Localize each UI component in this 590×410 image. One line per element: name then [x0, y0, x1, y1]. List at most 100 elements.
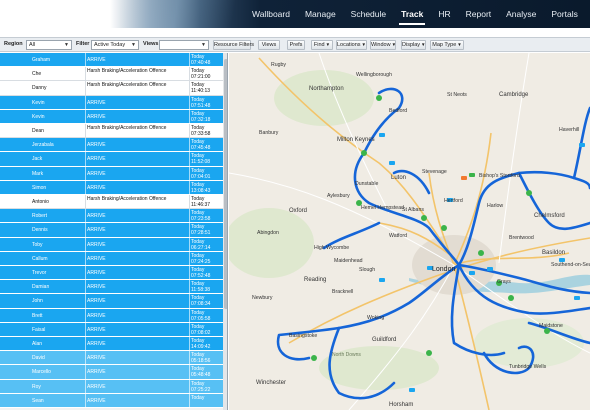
- locations-menu-button[interactable]: Locations▼: [336, 40, 367, 50]
- place-label: Harlow: [487, 203, 504, 209]
- nav-item-analyse[interactable]: Analyse: [506, 0, 536, 28]
- vehicle-marker: [508, 295, 514, 301]
- place-label: Basingstoke: [289, 333, 318, 339]
- event-row[interactable]: David ARRIVE Today 05:18:56: [0, 351, 223, 366]
- column-divider: [85, 379, 86, 393]
- views-select[interactable]: ▼: [159, 40, 209, 50]
- views-button[interactable]: Views: [258, 40, 280, 50]
- event-row[interactable]: Trevor ARRIVE Today 07:52:48: [0, 266, 223, 281]
- map-view[interactable]: Rugby Wellingborough Northampton Bedford St …: [229, 53, 590, 410]
- nav-item-track[interactable]: Track: [399, 0, 426, 28]
- event-row[interactable]: Kevin ARRIVE Today 07:51:48: [0, 95, 223, 110]
- region-select[interactable]: All ▼: [26, 40, 72, 50]
- event-clock: 06:27:14: [191, 244, 211, 251]
- van-icon: [574, 296, 580, 300]
- event-row[interactable]: Danny Harsh Braking/Acceleration Offence T…: [0, 81, 223, 96]
- place-label: Aylesbury: [327, 193, 350, 199]
- prefs-button[interactable]: Prefs: [287, 40, 305, 50]
- event-row[interactable]: Kevin ARRIVE Today 07:32:18: [0, 109, 223, 124]
- event-row[interactable]: Brett ARRIVE Today 07:05:58: [0, 308, 223, 323]
- event-clock: 07:21:00: [191, 74, 211, 81]
- event-row[interactable]: Graham ARRIVE Today 07:40:48: [0, 53, 223, 68]
- column-divider: [189, 280, 190, 294]
- column-divider: [85, 393, 86, 407]
- event-time: Today 07:05:58: [191, 310, 210, 323]
- van-icon: [469, 173, 475, 177]
- column-divider: [189, 109, 190, 123]
- event-row[interactable]: Sean ARRIVE Today: [0, 393, 223, 408]
- event-type: Harsh Braking/Acceleration Offence: [87, 82, 167, 89]
- window-label: Window: [371, 42, 391, 48]
- event-type: Harsh Braking/Acceleration Offence: [87, 125, 167, 131]
- event-time: Today 07:33:58: [191, 125, 210, 138]
- nav-item-report[interactable]: Report: [466, 0, 492, 28]
- place-label: Woking: [367, 315, 385, 321]
- event-clock: 11:46:37: [191, 202, 211, 208]
- place-label: Stevenage: [422, 169, 447, 175]
- place-label: Oxford: [289, 208, 308, 214]
- display-label: Display: [402, 42, 421, 48]
- event-row[interactable]: John ARRIVE Today 07:08:34: [0, 294, 223, 309]
- column-divider: [85, 67, 86, 81]
- event-clock: 07:08:02: [191, 329, 211, 336]
- column-divider: [85, 251, 86, 265]
- event-row[interactable]: Jack ARRIVE Today 11:52:08: [0, 152, 223, 167]
- event-row[interactable]: Damian ARRIVE Today 11:58:38: [0, 280, 223, 295]
- vehicle-marker: [526, 190, 532, 196]
- column-divider: [189, 124, 190, 138]
- column-divider: [189, 365, 190, 379]
- map-type-menu-button[interactable]: Map Type▼: [430, 40, 464, 50]
- find-menu-button[interactable]: Find▼: [311, 40, 333, 50]
- column-divider: [85, 294, 86, 308]
- event-time: Today: [191, 395, 204, 408]
- event-row[interactable]: Roy ARRIVE Today 07:25:22: [0, 379, 223, 394]
- resource-filters-button[interactable]: Resource Filters: [213, 40, 254, 50]
- column-divider: [189, 53, 190, 67]
- place-label: North Downs: [332, 352, 361, 358]
- window-menu-button[interactable]: Window▼: [370, 40, 396, 50]
- column-divider: [85, 365, 86, 379]
- van-icon: [379, 133, 385, 137]
- place-label: Maidstone: [539, 323, 563, 329]
- place-label: St Albans: [402, 207, 424, 213]
- event-type: ARRIVE: [87, 397, 106, 404]
- event-clock: 05:48:48: [191, 372, 211, 379]
- nav-item-hr[interactable]: HR: [438, 0, 450, 28]
- event-time: Today 11:58:38: [191, 281, 210, 294]
- event-clock: 07:08:34: [191, 301, 211, 308]
- event-row[interactable]: Faisal ARRIVE Today 07:08:02: [0, 322, 223, 337]
- event-row[interactable]: Antonio Harsh Braking/Acceleration Offenc…: [0, 195, 223, 210]
- event-row[interactable]: Dennis ARRIVE Today 07:28:51: [0, 223, 223, 238]
- nav-item-wallboard[interactable]: Wallboard: [252, 0, 290, 28]
- event-row[interactable]: Callum ARRIVE Today 07:24:25: [0, 251, 223, 266]
- event-row[interactable]: Robert ARRIVE Today 07:23:58: [0, 209, 223, 224]
- nav-item-portals[interactable]: Portals: [551, 0, 577, 28]
- event-row[interactable]: Mark ARRIVE Today 07:04:01: [0, 166, 223, 181]
- list-scrollbar[interactable]: [223, 53, 227, 410]
- scrollbar-thumb[interactable]: [223, 59, 227, 309]
- column-divider: [85, 351, 86, 365]
- event-row[interactable]: Jerzabala ARRIVE Today 07:45:48: [0, 138, 223, 153]
- event-row[interactable]: Alan ARRIVE Today 14:09:42: [0, 337, 223, 352]
- event-row[interactable]: Dean Harsh Braking/Acceleration Offence To…: [0, 124, 223, 139]
- nav-item-schedule[interactable]: Schedule: [351, 0, 386, 28]
- event-row[interactable]: Che Harsh Braking/Acceleration Offence Tod…: [0, 67, 223, 82]
- column-divider: [85, 166, 86, 180]
- nav-item-manage[interactable]: Manage: [305, 0, 336, 28]
- nav-sheen: [120, 0, 260, 28]
- event-row[interactable]: Marcello ARRIVE Today 05:48:48: [0, 365, 223, 380]
- vehicle-marker: [426, 350, 432, 356]
- event-row[interactable]: Simon ARRIVE Today 13:08:43: [0, 180, 223, 195]
- event-clock: 13:08:43: [191, 187, 211, 194]
- filter-select[interactable]: Active Today ▼: [91, 40, 139, 50]
- map-type-label: Map Type: [432, 42, 457, 48]
- chevron-down-icon: ▼: [325, 42, 331, 47]
- place-label: Basildon: [542, 250, 566, 256]
- column-divider: [85, 195, 86, 209]
- display-menu-button[interactable]: Display▼: [401, 40, 426, 50]
- vehicle-marker: [478, 250, 484, 256]
- place-label: Hemel Hempstead: [361, 205, 404, 211]
- event-row[interactable]: Toby ARRIVE Today 06:27:14: [0, 237, 223, 252]
- place-label: Bracknell: [332, 289, 354, 295]
- event-clock: 14:09:42: [191, 344, 211, 350]
